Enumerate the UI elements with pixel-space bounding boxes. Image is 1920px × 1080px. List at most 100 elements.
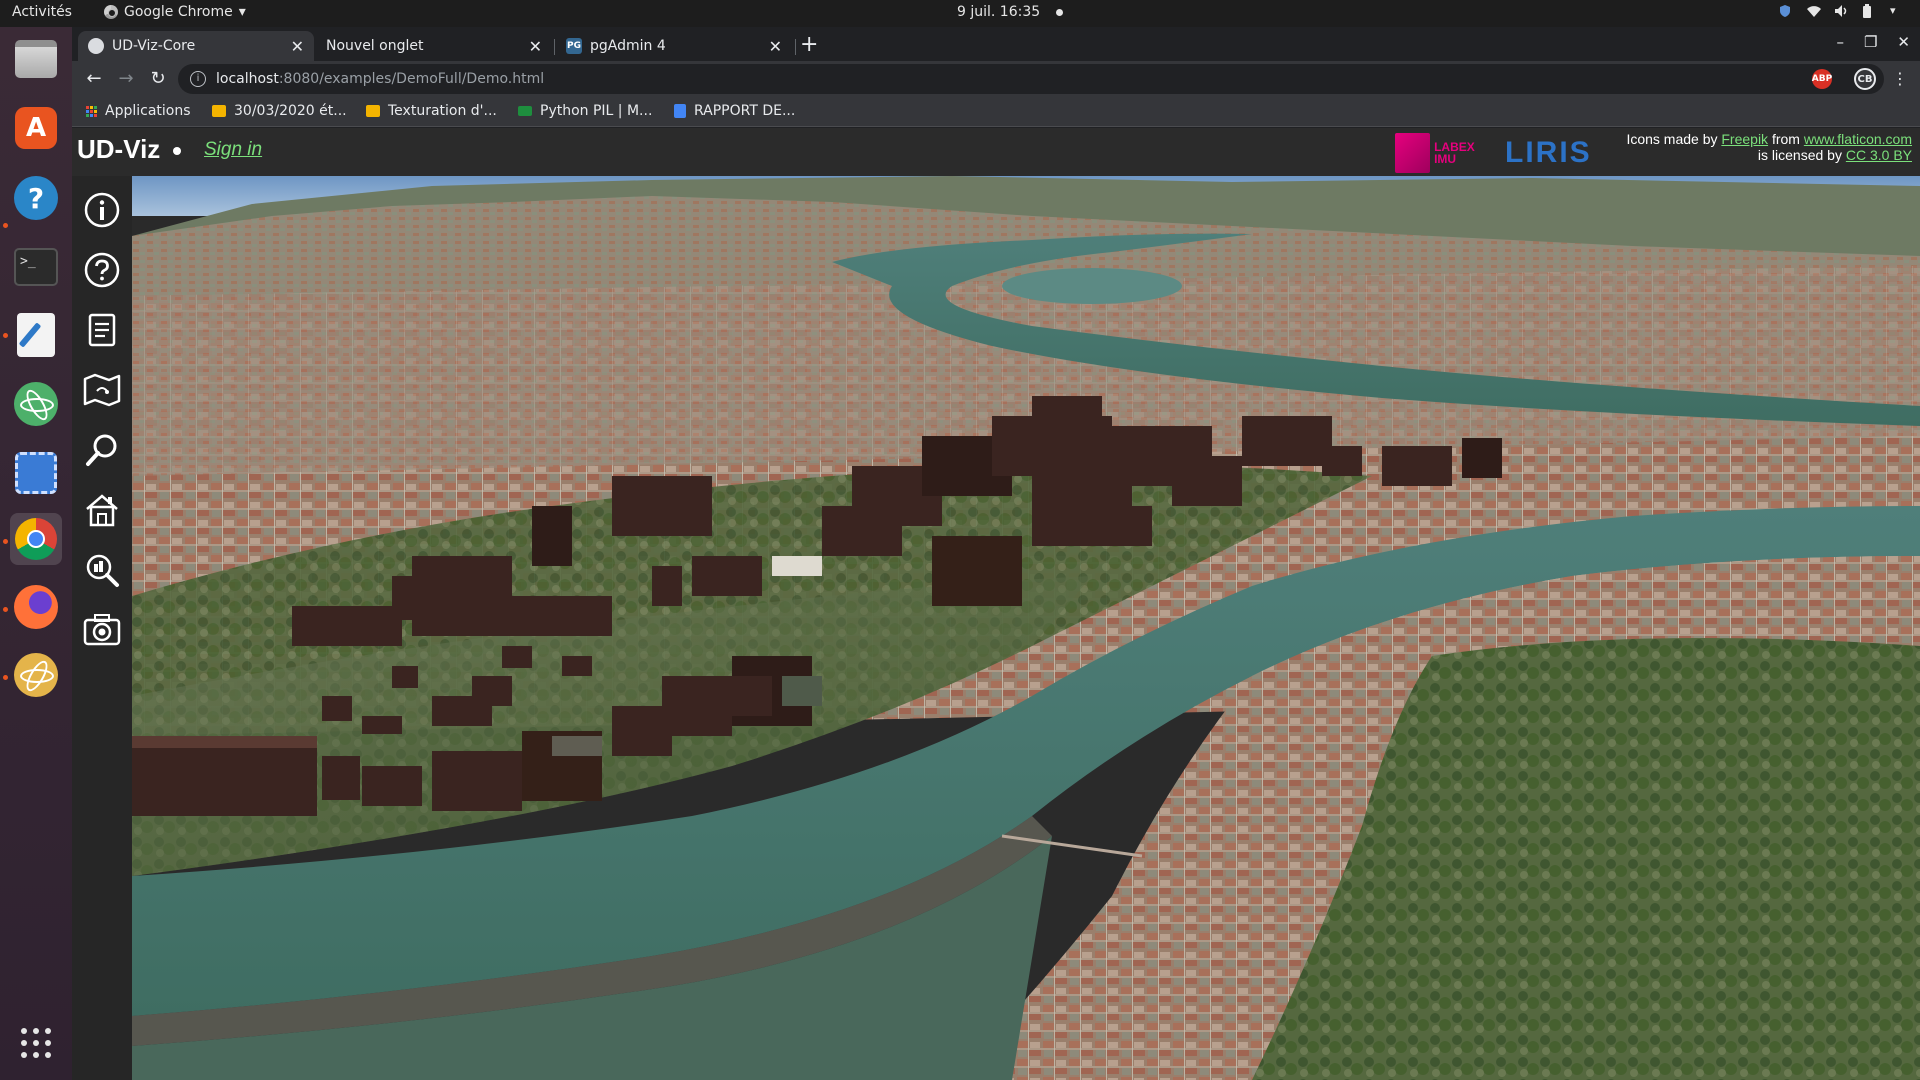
documents-button[interactable] [80, 308, 124, 352]
show-applications-button[interactable] [10, 1017, 62, 1069]
bookmark-label: Applications [105, 103, 191, 119]
url-host: localhost [216, 71, 279, 87]
tab-title: pgAdmin 4 [590, 38, 666, 54]
chrome-small-icon [104, 5, 118, 19]
labex-text: LABEX IMU [1434, 140, 1475, 166]
close-icon[interactable]: ✕ [291, 37, 304, 56]
tab-ud-viz-core[interactable]: UD-Viz-Core ✕ [78, 31, 314, 61]
wifi-icon[interactable] [1806, 4, 1821, 18]
help-button[interactable] [80, 248, 124, 292]
license-link[interactable]: CC 3.0 BY [1846, 147, 1912, 163]
about-button[interactable] [80, 188, 124, 232]
liris-logo: LIRIS [1505, 136, 1592, 169]
running-indicator [3, 607, 8, 612]
dock-atom[interactable] [10, 378, 62, 430]
dock-text-editor[interactable] [10, 309, 62, 361]
terminal-icon: >_ [14, 248, 58, 286]
page-title: UD-Viz [77, 134, 161, 164]
search-icon [86, 434, 117, 466]
bookmark-label: 30/03/2020 ét... [234, 103, 347, 119]
profile-avatar[interactable]: CB [1854, 68, 1876, 90]
search-button[interactable] [80, 428, 124, 472]
slides-icon [212, 105, 226, 117]
camera-positioner-button[interactable] [80, 608, 124, 652]
chrome-icon [15, 518, 57, 560]
clock[interactable]: 9 juil. 16:35 [957, 4, 1064, 20]
close-icon[interactable]: ✕ [529, 37, 542, 56]
dock-google-chrome[interactable] [10, 513, 62, 565]
home-button[interactable] [80, 488, 124, 532]
credits-line-1: Icons made by Freepik from www.flaticon.… [1626, 131, 1912, 147]
running-indicator [3, 539, 8, 544]
city-3d-scene [132, 176, 1920, 1080]
dock-firefox[interactable] [10, 581, 62, 633]
bookmark-item[interactable]: Texturation d'... [366, 103, 497, 119]
freepik-link[interactable]: Freepik [1721, 131, 1768, 147]
ud-viz-header: UD-Viz Sign in LABEX IMU LIRIS Icons mad… [72, 128, 1920, 176]
credits-line-2: is licensed by CC 3.0 BY [1626, 147, 1912, 163]
site-info-icon[interactable]: i [190, 71, 206, 87]
running-indicator [3, 333, 8, 338]
dock-screenshot[interactable] [10, 447, 62, 499]
document-icon [88, 313, 116, 347]
city-object-search-button[interactable] [80, 548, 124, 592]
power-menu-chevron-icon[interactable]: ▾ [1890, 4, 1904, 18]
tab-pgadmin[interactable]: PG pgAdmin 4 ✕ [556, 31, 792, 61]
tab-separator [554, 39, 555, 55]
bookmark-item[interactable]: Python PIL | M... [518, 103, 652, 119]
volume-icon[interactable] [1834, 4, 1848, 18]
system-tray[interactable]: ▾ [1778, 4, 1904, 18]
dock-ubuntu-software[interactable]: A [10, 102, 62, 154]
dock-files[interactable] [10, 33, 62, 85]
dock-atom-2[interactable] [10, 649, 62, 701]
battery-icon[interactable] [1862, 4, 1876, 18]
dock-terminal[interactable]: >_ [10, 241, 62, 293]
credits-text: Icons made by [1626, 131, 1722, 147]
screenshot-icon [15, 452, 57, 494]
3d-map-viewer[interactable] [132, 176, 1920, 1080]
close-icon[interactable]: ✕ [769, 37, 782, 56]
app-menu[interactable]: Google Chrome ▾ [104, 4, 246, 20]
shield-icon[interactable] [1778, 4, 1792, 18]
bookmark-item[interactable]: 30/03/2020 ét... [212, 103, 347, 119]
address-bar[interactable]: i localhost :8080/examples/DemoFull/Demo… [178, 64, 1884, 94]
bookmarks-bar: Applications 30/03/2020 ét... Texturatio… [72, 97, 1920, 127]
sign-in-link[interactable]: Sign in [204, 139, 262, 161]
close-window-icon[interactable]: ✕ [1897, 33, 1910, 51]
minimize-icon[interactable]: – [1836, 33, 1844, 51]
dock-help[interactable]: ? [10, 172, 62, 224]
bookmark-item[interactable]: RAPPORT DE... [674, 103, 795, 119]
home-icon [86, 494, 118, 527]
url-path: :8080/examples/DemoFull/Demo.html [278, 71, 545, 87]
window-controls: – ❐ ✕ [1836, 33, 1910, 51]
status-dot [173, 147, 181, 155]
reload-icon[interactable]: ↻ [146, 67, 170, 91]
kebab-menu-icon[interactable]: ⋮ [1888, 67, 1912, 91]
map-icon [83, 373, 121, 407]
restore-icon[interactable]: ❐ [1864, 33, 1877, 51]
bookmark-applications[interactable]: Applications [86, 103, 191, 119]
bookmark-label: Texturation d'... [388, 103, 497, 119]
bookmark-favicon [518, 106, 532, 116]
credits-text: from [1768, 131, 1804, 147]
labex-mark-icon [1395, 133, 1431, 173]
running-indicator [3, 675, 8, 680]
tab-title: Nouvel onglet [326, 38, 424, 54]
help-icon: ? [14, 176, 58, 220]
tab-nouvel-onglet[interactable]: Nouvel onglet ✕ [316, 31, 552, 61]
flaticon-link[interactable]: www.flaticon.com [1804, 131, 1912, 147]
icon-credits: Icons made by Freepik from www.flaticon.… [1626, 131, 1912, 163]
map-button[interactable] [80, 368, 124, 412]
running-indicator [3, 223, 8, 228]
adblock-plus-icon[interactable]: ABP [1812, 69, 1832, 89]
tab-separator [795, 39, 796, 55]
new-tab-button[interactable]: + [800, 34, 818, 56]
globe-icon [88, 38, 104, 54]
ubuntu-dock: A ? >_ [0, 27, 72, 1080]
tab-title: UD-Viz-Core [112, 38, 196, 54]
back-arrow-icon[interactable]: ← [82, 67, 106, 91]
forward-arrow-icon[interactable]: → [114, 67, 138, 91]
activities-button[interactable]: Activités [12, 4, 72, 20]
app-menu-label: Google Chrome [124, 4, 233, 20]
text-editor-icon [17, 313, 55, 357]
